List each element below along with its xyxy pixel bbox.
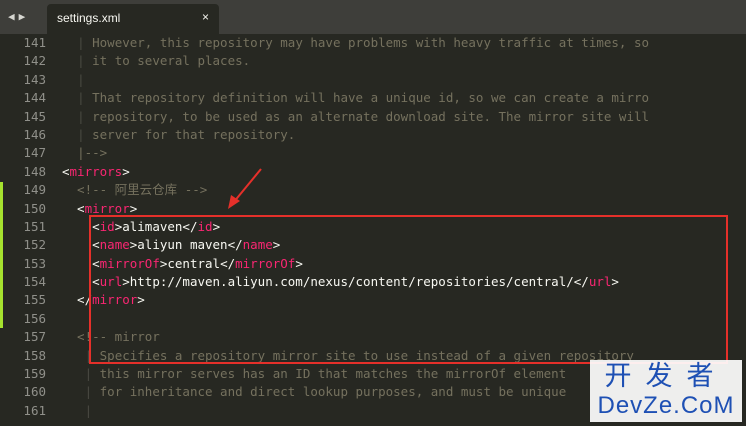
code-token: | [77,126,93,142]
tab-navigation: ◀ ▶ [8,9,25,25]
code-line[interactable]: 148 <mirrors> [0,163,746,181]
code-token: <!-- 阿里云仓库 --> [62,182,208,198]
line-content: <!-- 阿里云仓库 --> [62,181,207,199]
line-content: | this mirror serves has an ID that matc… [62,365,567,383]
line-content: | server for that repository. [62,126,295,144]
line-content: | for inheritance and direct lookup purp… [62,383,567,401]
line-content: | That repository definition will have a… [62,89,649,107]
editor-window: ◀ ▶ settings.xml × 141 | However, this r… [0,0,746,426]
code-line[interactable]: 143 | [0,71,746,89]
line-number: 157 [23,329,46,345]
line-number: 161 [23,402,46,418]
line-number: 147 [23,145,46,161]
code-token: repository, to be used as an alternate d… [92,108,650,124]
code-token: That repository definition will have a u… [92,90,650,106]
line-number: 142 [23,53,46,69]
line-number: 148 [23,163,46,179]
line-content: | repository, to be used as an alternate… [62,108,649,126]
line-content: | [62,71,85,89]
code-token: this mirror serves has an ID that matche… [99,366,567,382]
code-line[interactable]: 147 |--> [0,144,746,162]
watermark-cn-text: 开发者 [604,361,728,392]
code-token: | [84,366,100,382]
annotation-arrow-icon [228,168,262,209]
code-token: |--> [77,145,108,161]
code-token: However, this repository may have proble… [92,35,650,50]
line-number: 141 [23,35,46,50]
nav-back-icon[interactable]: ◀ [8,9,15,25]
code-token: | [77,53,93,69]
code-token: | [84,384,100,400]
tab-close-icon[interactable]: × [202,10,209,24]
nav-forward-icon[interactable]: ▶ [19,9,26,25]
line-number: 144 [23,90,46,106]
code-token: </ [62,292,93,308]
code-token: server for that repository. [92,126,296,142]
code-token: mirrors [69,163,123,179]
line-number: 152 [23,237,46,253]
line-number: 143 [23,71,46,87]
code-line[interactable]: 144 | That repository definition will ha… [0,89,746,107]
code-token: < [62,200,85,216]
line-number: 151 [23,218,46,234]
line-content: | it to several places. [62,52,250,70]
code-token: | [77,35,93,50]
code-token: mirror [84,200,130,216]
code-line[interactable]: 141 | However, this repository may have … [0,34,746,52]
line-number: 159 [23,366,46,382]
line-content: |--> [62,144,107,162]
line-number: 146 [23,126,46,142]
code-token: > [122,163,130,179]
line-number: 153 [23,255,46,271]
code-token: | [84,402,93,418]
code-token: > [129,200,138,216]
code-token: for inheritance and direct lookup purpos… [99,384,567,400]
code-line[interactable]: 145 | repository, to be used as an alter… [0,108,746,126]
code-line[interactable]: 149 <!-- 阿里云仓库 --> [0,181,746,199]
line-number: 155 [23,292,46,308]
watermark-en-text: DevZe.CoM [597,392,735,419]
line-number: 154 [23,274,46,290]
tab-settings-xml[interactable]: settings.xml × [47,4,219,34]
annotation-highlight-box [89,215,728,364]
code-line[interactable]: 146 | server for that repository. [0,126,746,144]
line-content: | However, this repository may have prob… [62,34,649,52]
code-line[interactable]: 142 | it to several places. [0,52,746,70]
line-number: 156 [23,310,46,326]
line-content: | [62,402,93,420]
code-token: < [62,163,70,179]
line-number: 150 [23,200,46,216]
tab-title: settings.xml [57,11,121,25]
code-token: | [77,71,85,87]
line-number: 160 [23,384,46,400]
code-token: | [77,108,93,124]
line-content: <mirrors> [62,163,130,181]
line-number: 149 [23,182,46,198]
code-token: | [77,90,93,106]
code-token: it to several places. [92,53,251,69]
line-number: 158 [23,347,46,363]
watermark-logo: 开发者 DevZe.CoM [590,360,742,422]
line-number: 145 [23,108,46,124]
tab-bar: ◀ ▶ settings.xml × [0,0,746,34]
